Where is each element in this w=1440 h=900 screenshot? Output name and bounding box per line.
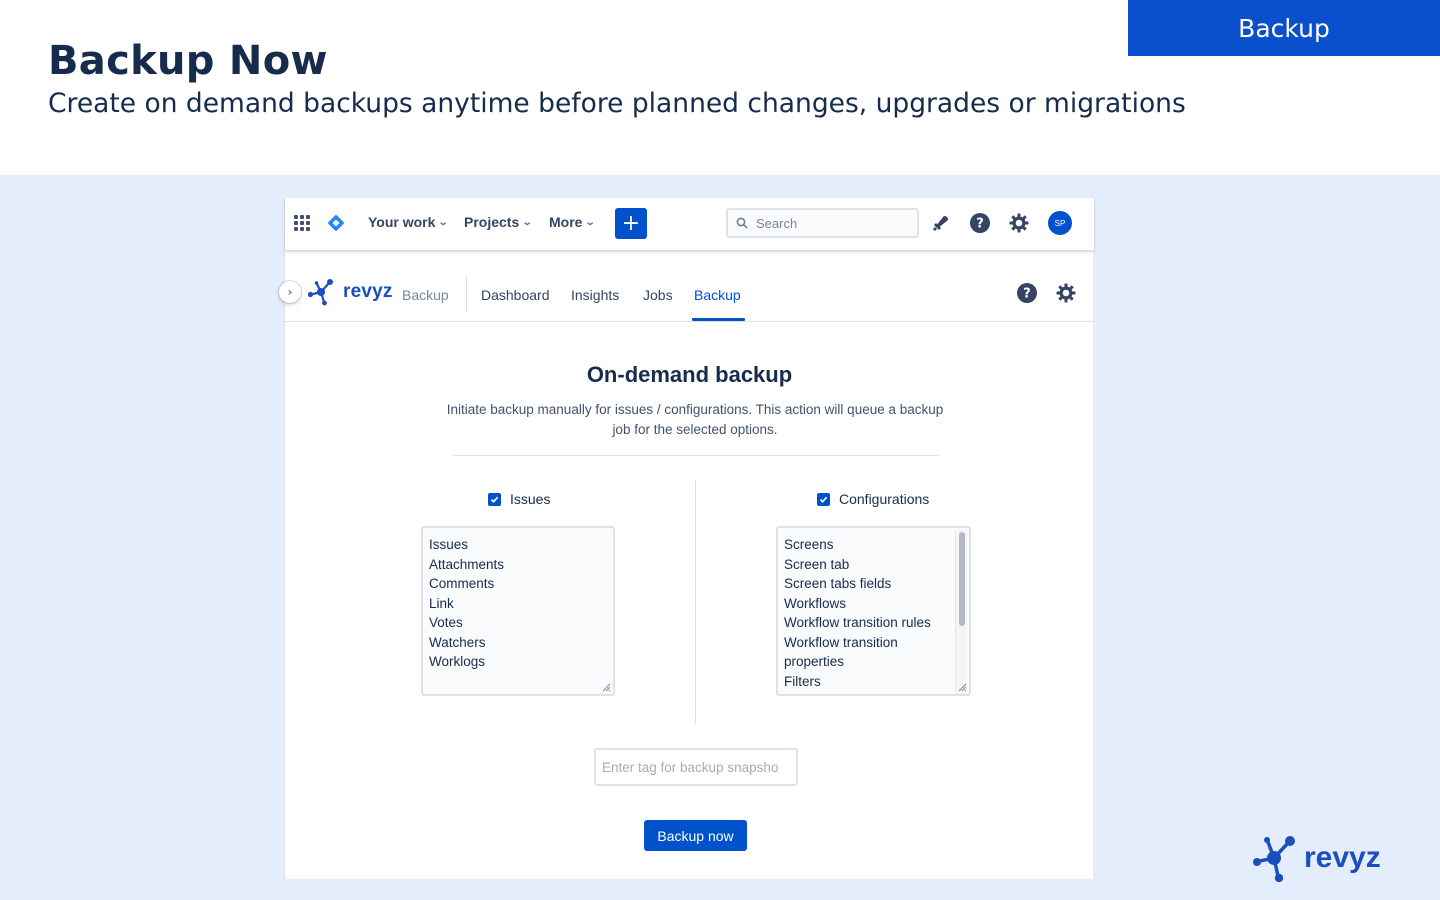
- search-box[interactable]: [726, 208, 919, 238]
- hero-banner: Backup Now Create on demand backups anyt…: [0, 0, 1440, 175]
- nav-projects[interactable]: Projects ⌄: [464, 214, 533, 230]
- list-item[interactable]: Workflow transition: [784, 633, 969, 653]
- svg-text:?: ?: [1023, 287, 1031, 302]
- revyz-logo-icon: [307, 279, 333, 306]
- issues-checkbox[interactable]: [488, 492, 501, 506]
- page-title: Backup Now: [48, 38, 328, 84]
- notifications-icon[interactable]: [930, 212, 952, 234]
- jira-logo-icon[interactable]: [327, 214, 345, 232]
- brand-name: revyz: [343, 281, 393, 302]
- configurations-listbox[interactable]: Screens Screen tab Screen tabs fields Wo…: [776, 526, 971, 696]
- revyz-logo-icon: [1253, 836, 1295, 883]
- search-icon: [736, 217, 748, 229]
- tab-backup[interactable]: Backup: [694, 287, 741, 303]
- help-icon[interactable]: ?: [969, 212, 991, 234]
- revyz-brand: revyz: [307, 278, 393, 306]
- list-item[interactable]: Screen tabs fields: [784, 574, 969, 594]
- list-item[interactable]: Worklogs: [429, 652, 613, 672]
- settings-icon[interactable]: [1055, 282, 1077, 304]
- issues-checkbox-row[interactable]: Issues: [488, 491, 550, 507]
- create-button[interactable]: +: [615, 208, 647, 239]
- list-item[interactable]: Link: [429, 594, 613, 614]
- chevron-down-icon: ⌄: [585, 216, 597, 228]
- issues-checkbox-label: Issues: [510, 491, 551, 507]
- list-item[interactable]: Comments: [429, 574, 613, 594]
- top-navigation: Your work ⌄ Projects ⌄ More ⌄ + ?: [285, 198, 1094, 250]
- sidebar-toggle-chevron-icon[interactable]: ›: [279, 281, 301, 303]
- list-item[interactable]: Workflow transition rules: [784, 613, 969, 633]
- settings-icon[interactable]: [1008, 212, 1030, 234]
- list-item[interactable]: Screens: [784, 535, 969, 555]
- app-window: Your work ⌄ Projects ⌄ More ⌄ + ?: [279, 198, 1094, 879]
- section-description: Initiate backup manually for issues / co…: [446, 402, 944, 437]
- backup-now-button[interactable]: Backup now: [644, 820, 747, 851]
- footer-revyz-logo: revyz: [1252, 833, 1381, 883]
- chevron-down-icon: ⌄: [438, 216, 450, 228]
- page-subtitle: Create on demand backups anytime before …: [48, 88, 1186, 119]
- help-icon[interactable]: ?: [1016, 282, 1038, 304]
- svg-text:?: ?: [976, 217, 984, 232]
- scrollbar[interactable]: [955, 530, 967, 694]
- app-name-label: Backup: [402, 287, 449, 303]
- backup-tag-input[interactable]: [594, 748, 798, 786]
- column-divider: [695, 480, 696, 724]
- list-item[interactable]: Screen tab: [784, 555, 969, 575]
- list-item[interactable]: Watchers: [429, 633, 613, 653]
- checkmark-icon: [490, 496, 499, 503]
- list-item[interactable]: properties: [784, 652, 969, 672]
- nav-more[interactable]: More ⌄: [549, 214, 597, 230]
- checkmark-icon: [819, 496, 828, 503]
- tab-insights[interactable]: Insights: [571, 287, 619, 303]
- list-item[interactable]: Issues: [429, 535, 613, 555]
- corner-tag: Backup: [1128, 0, 1440, 56]
- active-tab-indicator: [692, 318, 745, 321]
- app-switcher-icon[interactable]: [294, 215, 310, 231]
- footer-brand-name: revyz: [1304, 841, 1381, 874]
- list-item[interactable]: Filters: [784, 672, 969, 692]
- list-item[interactable]: Attachments: [429, 555, 613, 575]
- chevron-down-icon: ⌄: [521, 216, 533, 228]
- search-input[interactable]: [756, 215, 906, 231]
- nav-projects-label: Projects: [464, 214, 520, 230]
- configurations-checkbox-row[interactable]: Configurations: [817, 491, 929, 507]
- nav-divider: [466, 276, 467, 312]
- resize-grip-icon[interactable]: [601, 682, 611, 692]
- tab-dashboard[interactable]: Dashboard: [481, 287, 550, 303]
- scrollbar-thumb[interactable]: [959, 532, 965, 626]
- divider: [453, 455, 939, 456]
- nav-more-label: More: [549, 214, 583, 230]
- user-avatar[interactable]: SP: [1048, 211, 1072, 235]
- list-item[interactable]: Workflows: [784, 594, 969, 614]
- configurations-checkbox-label: Configurations: [839, 491, 930, 507]
- nav-your-work-label: Your work: [368, 214, 436, 230]
- issues-listbox[interactable]: Issues Attachments Comments Link Votes W…: [421, 526, 615, 696]
- list-item[interactable]: Votes: [429, 613, 613, 633]
- section-title: On-demand backup: [586, 362, 793, 387]
- resize-grip-icon[interactable]: [957, 682, 967, 692]
- nav-your-work[interactable]: Your work ⌄: [368, 214, 450, 230]
- tab-jobs[interactable]: Jobs: [643, 287, 673, 303]
- app-subnav: › revyz Backup Dashboard Insights Jobs B…: [279, 250, 1094, 322]
- configurations-checkbox[interactable]: [817, 492, 830, 506]
